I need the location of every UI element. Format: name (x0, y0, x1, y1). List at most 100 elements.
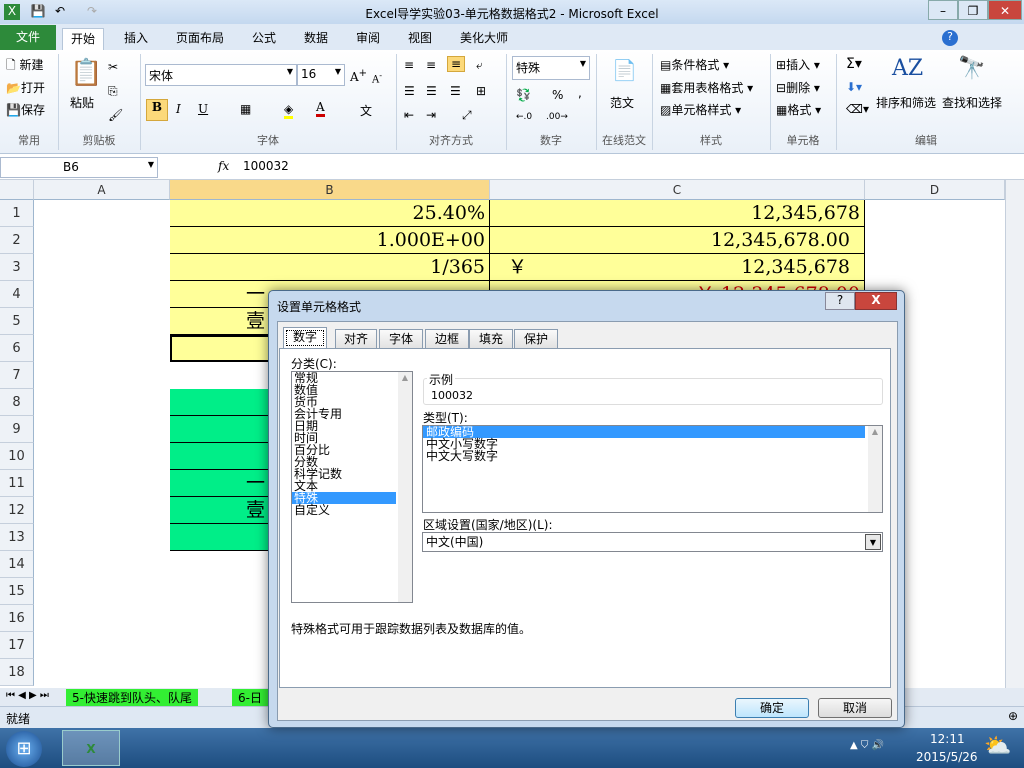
tab-beautify[interactable]: 美化大师 (452, 28, 516, 50)
find-icon[interactable]: 🔭 (958, 56, 985, 81)
sheet-tab[interactable]: 5-快速跳到队头、队尾 (66, 689, 198, 706)
sheet-nav-icon[interactable]: ⏮ ◀ ▶ ⏭ (6, 690, 49, 701)
clock-date[interactable]: 2015/5/26 (916, 750, 978, 764)
new-button[interactable]: 🗋 新建 (6, 56, 43, 77)
tab-font[interactable]: 字体 (379, 329, 423, 348)
align-bottom-icon[interactable]: ≡ (447, 56, 466, 72)
bold-button[interactable]: B (146, 99, 168, 121)
row-header[interactable]: 13 (0, 524, 34, 551)
cell-styles-button[interactable]: ▨单元格样式 ▾ (660, 101, 741, 118)
find-select-button[interactable]: 查找和选择 (942, 94, 1002, 111)
template-icon[interactable]: 📄 (612, 58, 637, 82)
category-list[interactable]: 常规 数值 货币 会计专用 日期 时间 百分比 分数 科学记数 文本 特殊 自定义 ▲ (291, 371, 413, 603)
number-format-select[interactable]: 特殊 ▼ (512, 56, 590, 80)
align-top-icon[interactable]: ≡ (404, 58, 414, 72)
vertical-scrollbar[interactable] (1005, 180, 1024, 688)
row-header[interactable]: 12 (0, 497, 34, 524)
tab-insert[interactable]: 插入 (116, 28, 156, 50)
column-header-c[interactable]: C (490, 180, 865, 200)
orientation-icon[interactable]: ⤢ (462, 108, 472, 123)
underline-button[interactable]: U (198, 102, 208, 116)
ok-button[interactable]: 确定 (735, 698, 809, 718)
tray-arrow-icon[interactable]: ▲ ⛉ 🔊 (850, 740, 884, 751)
tab-view[interactable]: 视图 (400, 28, 440, 50)
row-header[interactable]: 15 (0, 578, 34, 605)
decrease-decimal-icon[interactable]: .00→ (546, 112, 568, 122)
clear-icon[interactable]: ⌫▾ (846, 102, 869, 116)
row-header[interactable]: 1 (0, 200, 34, 227)
row-header[interactable]: 6 (0, 335, 34, 362)
row-header[interactable]: 3 (0, 254, 34, 281)
paste-button[interactable]: 粘贴 (70, 94, 94, 111)
help-button[interactable]: ? (825, 292, 855, 310)
category-scrollbar[interactable]: ▲ (398, 372, 412, 602)
tab-file[interactable]: 文件 (0, 25, 56, 50)
open-button[interactable]: 📂打开 (6, 79, 45, 96)
tab-page-layout[interactable]: 页面布局 (168, 28, 232, 50)
format-painter-icon[interactable]: 🖌 (108, 108, 123, 122)
restore-icon[interactable]: ❐ (958, 0, 988, 20)
column-header-d[interactable]: D (865, 180, 1005, 200)
close-icon[interactable]: ✕ (988, 0, 1022, 20)
delete-cells-button[interactable]: ⊟删除 ▾ (776, 79, 820, 96)
template-button[interactable]: 范文 (610, 94, 634, 111)
minimize-icon[interactable]: – (928, 0, 958, 20)
tab-formulas[interactable]: 公式 (244, 28, 284, 50)
phonetic-icon[interactable]: 文 (360, 102, 372, 119)
locale-select[interactable]: 中文(中国) ▼ (422, 532, 883, 552)
align-center-icon[interactable]: ☰ (426, 84, 437, 98)
tab-fill[interactable]: 填充 (469, 329, 513, 348)
insert-cells-button[interactable]: ⊞插入 ▾ (776, 56, 820, 73)
taskbar-excel-icon[interactable]: X (62, 730, 120, 766)
cell-b2[interactable]: 1.000E+00 (170, 227, 490, 254)
column-header-b[interactable]: B (170, 180, 490, 200)
clock-time[interactable]: 12:11 (930, 732, 965, 746)
tab-review[interactable]: 审阅 (348, 28, 388, 50)
border-icon[interactable]: ▦ (240, 102, 251, 116)
row-header[interactable]: 4 (0, 281, 34, 308)
percent-button[interactable]: % (552, 88, 563, 102)
align-left-icon[interactable]: ☰ (404, 84, 415, 98)
cancel-button[interactable]: 取消 (818, 698, 892, 718)
autosum-icon[interactable]: Σ▾ (846, 56, 862, 72)
start-button[interactable]: ⊞ (6, 731, 42, 767)
cell-c3[interactable]: ￥ 12,345,678 (490, 254, 865, 281)
sort-filter-icon[interactable]: AZ (892, 56, 923, 81)
sheet-tab[interactable]: 6-日 (232, 689, 268, 706)
formula-input[interactable]: 100032 (240, 157, 1008, 178)
name-box[interactable]: B6 ▼ (0, 157, 158, 178)
format-cells-button[interactable]: ▦格式 ▾ (776, 101, 821, 118)
select-all[interactable] (0, 180, 34, 200)
tab-protection[interactable]: 保护 (514, 329, 558, 348)
paste-icon[interactable]: 📋 (70, 58, 102, 88)
dialog-close-button[interactable]: X (855, 292, 897, 310)
cell-c1[interactable]: 12,345,678 (490, 200, 865, 227)
row-header[interactable]: 5 (0, 308, 34, 335)
italic-button[interactable]: I (176, 102, 181, 116)
cut-icon[interactable]: ✂ (108, 60, 118, 74)
cell-b1[interactable]: 25.40% (170, 200, 490, 227)
row-header[interactable]: 16 (0, 605, 34, 632)
type-item[interactable]: 中文大写数字 (423, 450, 865, 462)
category-item[interactable]: 自定义 (292, 504, 396, 516)
increase-decimal-icon[interactable]: ←.0 (516, 112, 532, 122)
save-button[interactable]: 💾保存 (6, 101, 45, 118)
row-header[interactable]: 17 (0, 632, 34, 659)
insert-function-button[interactable]: fx (218, 159, 229, 173)
row-header[interactable]: 18 (0, 659, 34, 686)
fill-icon[interactable]: ⬇▾ (846, 80, 862, 94)
font-color-icon[interactable]: A (316, 100, 325, 117)
cell-c2[interactable]: 12,345,678.00 (490, 227, 865, 254)
tab-alignment[interactable]: 对齐 (335, 329, 377, 348)
zoom-in-icon[interactable]: ⊕ (1008, 709, 1018, 723)
shrink-font-icon[interactable]: A- (372, 70, 382, 85)
row-header[interactable]: 11 (0, 470, 34, 497)
accounting-icon[interactable]: 💱 (516, 88, 531, 102)
comma-button[interactable]: , (578, 86, 582, 100)
align-right-icon[interactable]: ☰ (450, 84, 461, 98)
conditional-format-button[interactable]: ▤条件格式 ▾ (660, 56, 729, 73)
grow-font-icon[interactable]: A+ (350, 68, 367, 84)
tab-number[interactable]: 数字 (283, 327, 327, 349)
column-header-a[interactable]: A (34, 180, 170, 200)
format-as-table-button[interactable]: ▦套用表格格式 ▾ (660, 79, 753, 96)
